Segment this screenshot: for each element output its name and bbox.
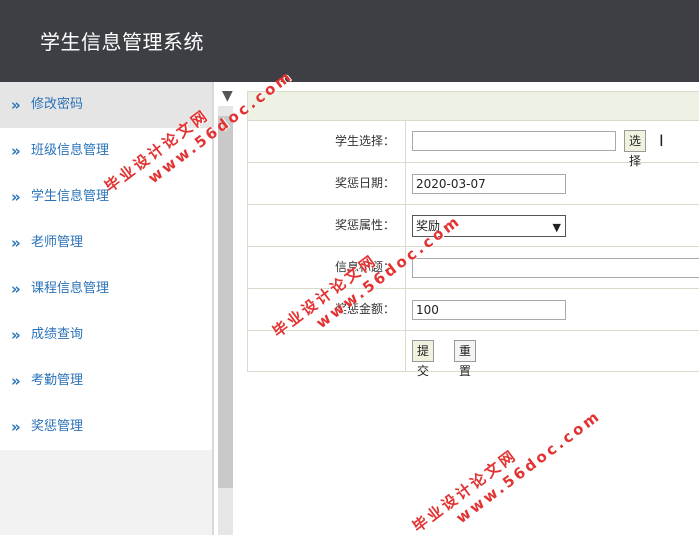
- double-chevron-right-icon: »: [11, 326, 21, 344]
- form-row-date: 奖惩日期：: [248, 163, 699, 205]
- content-scrollbar[interactable]: [218, 106, 233, 535]
- sidebar-item-teacher-management[interactable]: » 老师管理: [0, 220, 212, 266]
- app-header: 学生信息管理系统: [0, 0, 699, 82]
- sidebar-item-attendance-management[interactable]: » 考勤管理: [0, 358, 212, 404]
- double-chevron-right-icon: »: [11, 188, 21, 206]
- student-select-label: 学生选择：: [248, 121, 406, 162]
- sidebar-item-label: 班级信息管理: [31, 143, 110, 158]
- sidebar-item-label: 考勤管理: [31, 373, 84, 388]
- sidebar-item-label: 修改密码: [31, 97, 84, 112]
- double-chevron-right-icon: »: [11, 280, 21, 298]
- sidebar-item-reward-punishment[interactable]: » 奖惩管理: [0, 404, 212, 450]
- form-row-student: 学生选择： 选择 I: [248, 121, 699, 168]
- sidebar-item-label: 老师管理: [31, 235, 84, 250]
- title-input[interactable]: [412, 258, 699, 278]
- form-header-bar: [248, 92, 699, 121]
- chevron-down-icon: ▼: [552, 221, 561, 234]
- sidebar-item-label: 成绩查询: [31, 327, 84, 342]
- text-cursor-icon: I: [659, 131, 664, 150]
- scrollbar-thumb[interactable]: [218, 116, 233, 488]
- double-chevron-right-icon: »: [11, 418, 21, 436]
- student-input[interactable]: [412, 131, 616, 151]
- double-chevron-right-icon: »: [11, 234, 21, 252]
- select-student-button[interactable]: 选择: [624, 130, 647, 168]
- amount-input[interactable]: [412, 300, 566, 320]
- sidebar-item-label: 课程信息管理: [31, 281, 110, 296]
- sidebar-item-label: 奖惩管理: [31, 419, 84, 434]
- actions-label-cell: [248, 331, 406, 371]
- sidebar-divider[interactable]: [212, 82, 214, 535]
- form-row-type: 奖惩属性： 奖励 ▼: [248, 205, 699, 247]
- date-input[interactable]: [412, 174, 566, 194]
- date-label: 奖惩日期：: [248, 163, 406, 204]
- double-chevron-right-icon: »: [11, 372, 21, 390]
- sidebar-item-course-management[interactable]: » 课程信息管理: [0, 266, 212, 312]
- double-chevron-right-icon: »: [11, 96, 21, 114]
- double-chevron-right-icon: »: [11, 142, 21, 160]
- reset-button[interactable]: 重置: [454, 340, 477, 378]
- form-row-title: 信息标题：: [248, 247, 699, 289]
- app-title: 学生信息管理系统: [40, 30, 204, 54]
- sidebar-item-grade-query[interactable]: » 成绩查询: [0, 312, 212, 358]
- submit-button[interactable]: 提交: [412, 340, 435, 378]
- sidebar-item-label: 学生信息管理: [31, 189, 110, 204]
